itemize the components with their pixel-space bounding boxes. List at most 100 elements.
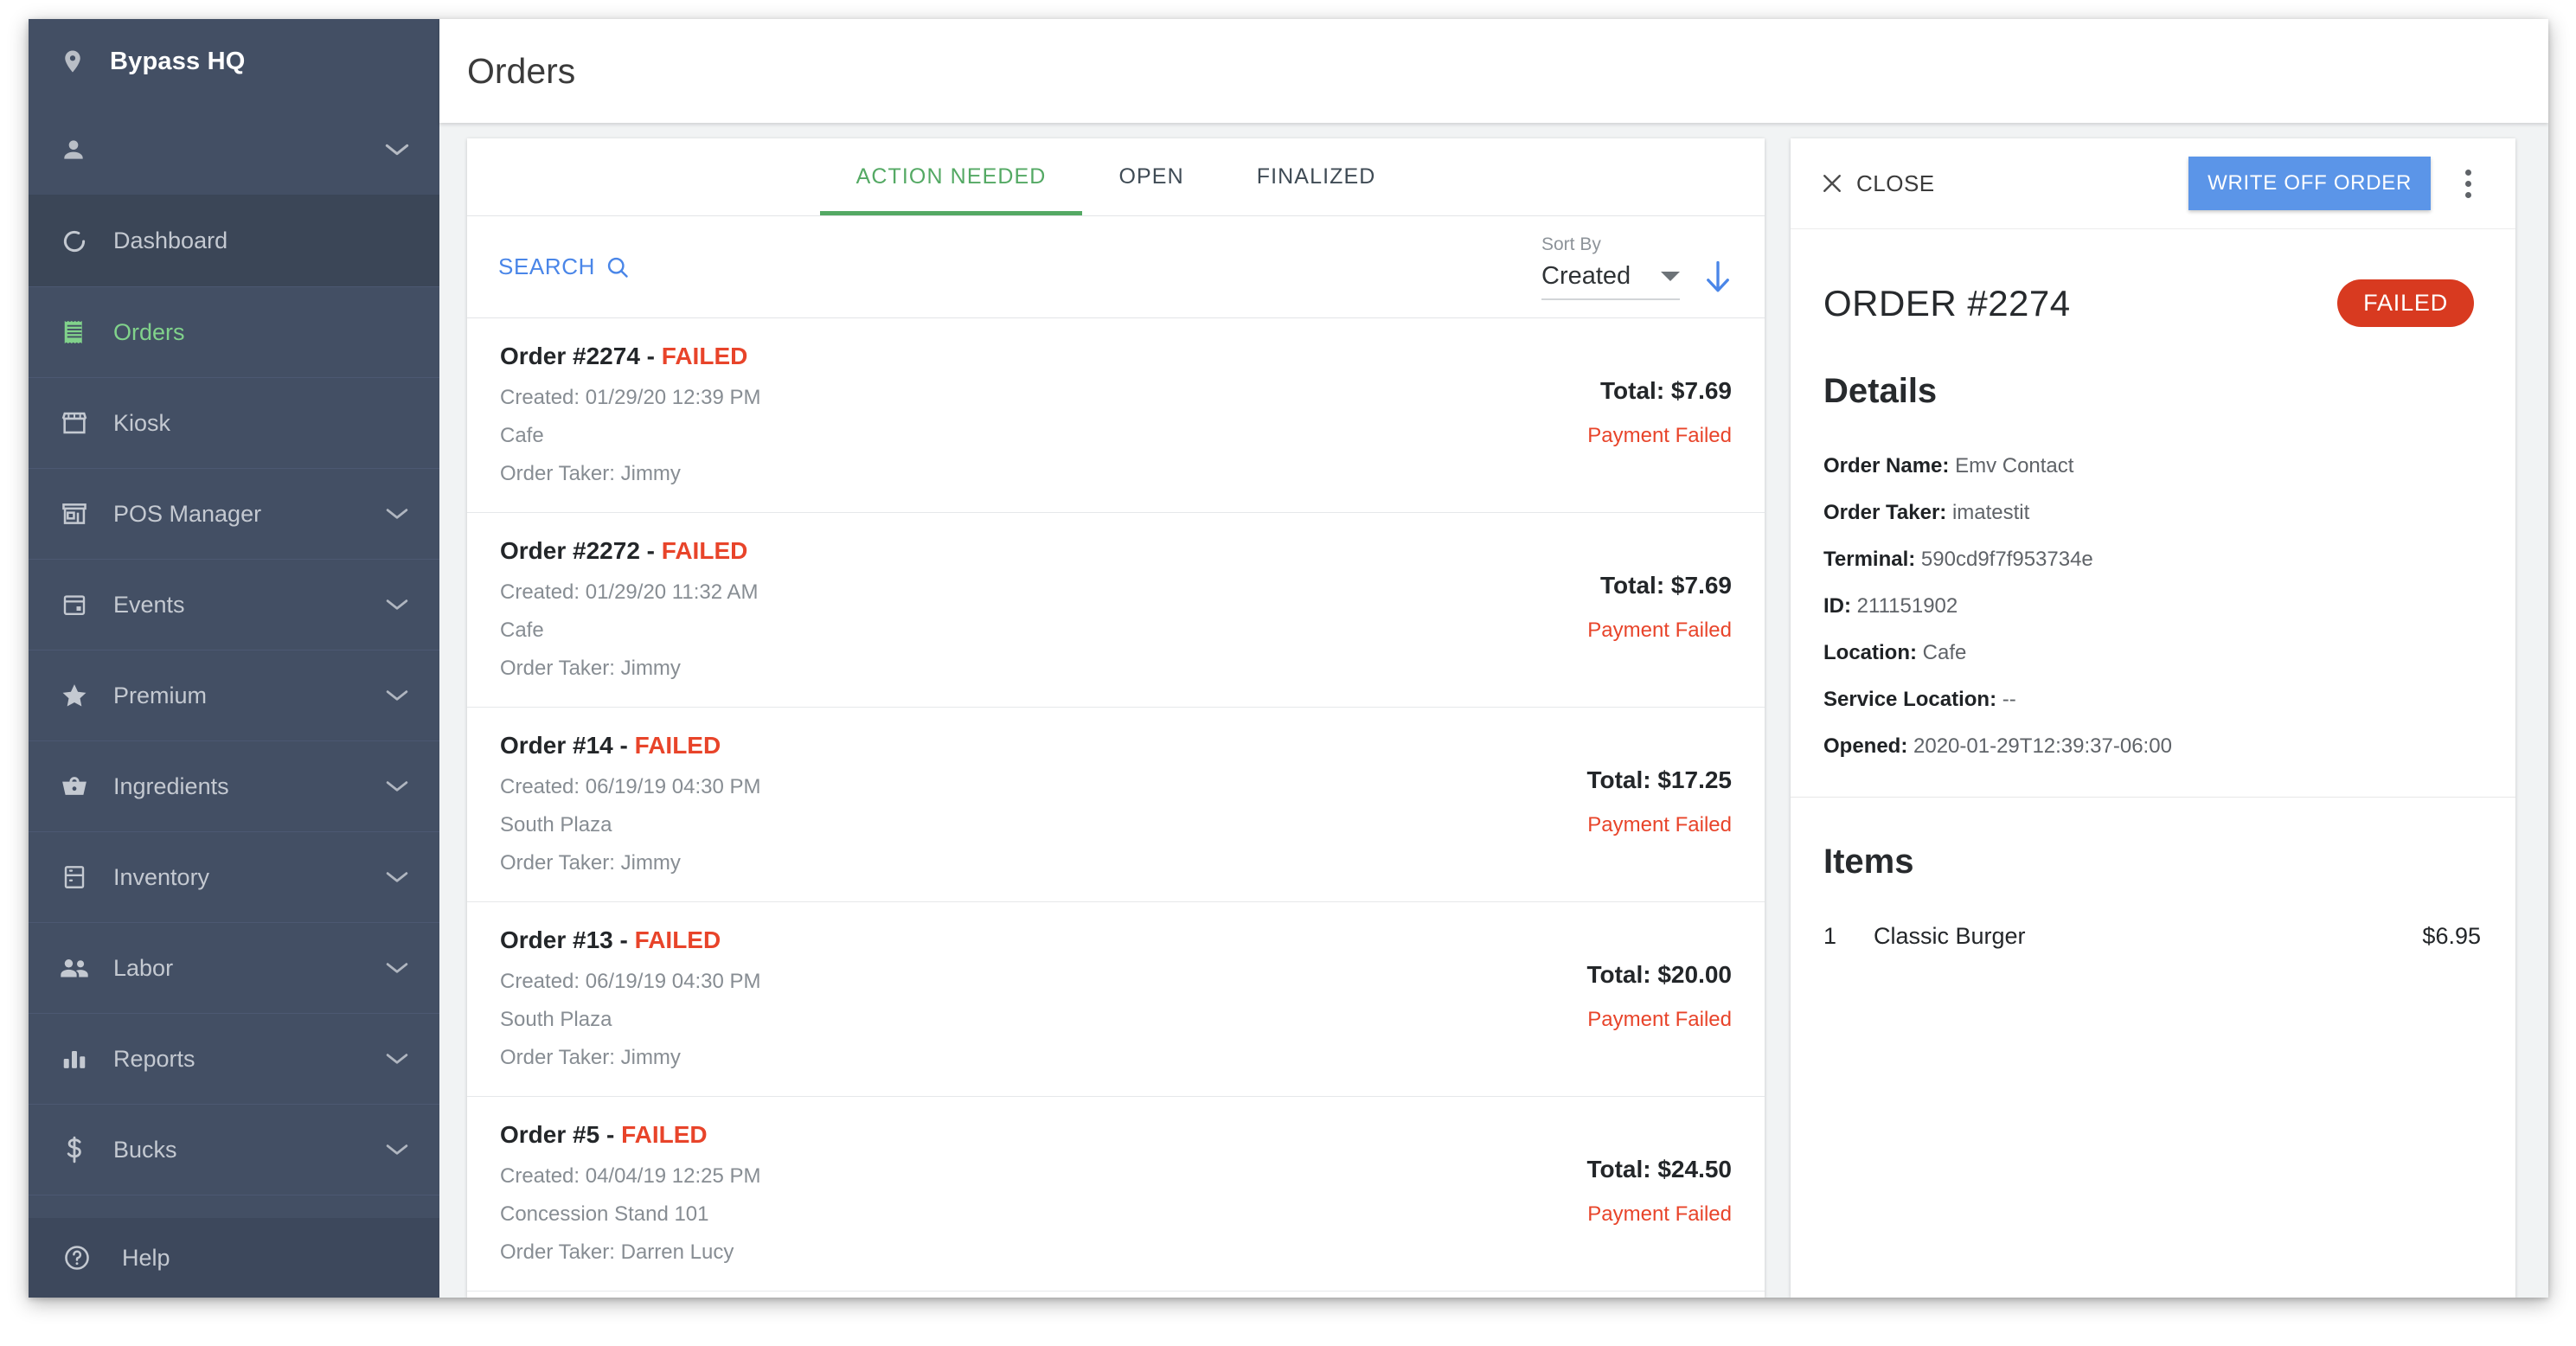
order-row-payment-status: Payment Failed: [1587, 424, 1732, 447]
order-row-main: Order #2272 - FAILED Created: 01/29/20 1…: [500, 537, 1587, 681]
order-row-side: Total: $17.25 Payment Failed: [1586, 732, 1732, 875]
order-row-order-taker: Order Taker: Jimmy: [500, 462, 681, 485]
top-header-bar: Orders: [439, 19, 2548, 123]
sidebar-item-label: POS Manager: [113, 500, 262, 527]
order-row-side: Total: $7.69 Payment Failed: [1587, 343, 1732, 486]
tab-action-needed[interactable]: ACTION NEEDED: [819, 138, 1083, 215]
chevron-down-icon[interactable]: [384, 961, 410, 975]
items-list: 1 Classic Burger $6.95: [1791, 881, 2515, 950]
sidebar-item-dashboard[interactable]: Dashboard: [29, 195, 439, 286]
sidebar-item-ingredients[interactable]: Ingredients: [29, 740, 439, 831]
chevron-down-icon: [384, 142, 410, 157]
close-label: CLOSE: [1856, 170, 1935, 196]
detail-key: Service Location:: [1823, 688, 1997, 711]
table-row[interactable]: Order #2274 - FAILED Created: 01/29/20 1…: [467, 318, 1765, 513]
sort-by-select[interactable]: Created: [1541, 262, 1680, 300]
sidebar-item-reports[interactable]: Reports: [29, 1013, 439, 1104]
receipt-icon: [60, 319, 89, 345]
detail-opened: Opened: 2020-01-29T12:39:37-06:00: [1823, 734, 2483, 759]
write-off-order-button[interactable]: WRITE OFF ORDER: [2188, 157, 2431, 210]
order-row-order-taker: Order Taker: Jimmy: [500, 851, 681, 875]
order-row-status: FAILED: [661, 343, 748, 369]
order-row-status: FAILED: [634, 926, 721, 953]
order-row-location: Cafe: [500, 619, 544, 642]
order-row-status: FAILED: [621, 1121, 708, 1148]
detail-order-taker: Order Taker: imatestit: [1823, 501, 2483, 525]
table-row[interactable]: Order #2272 - FAILED Created: 01/29/20 1…: [467, 513, 1765, 708]
search-button[interactable]: SEARCH: [498, 253, 630, 280]
chevron-down-icon[interactable]: [384, 1143, 410, 1157]
order-row-payment-status: Payment Failed: [1587, 619, 1732, 642]
order-row-total: Total: $7.69: [1600, 377, 1732, 404]
sidebar-item-label: Reports: [113, 1045, 195, 1072]
table-row[interactable]: Order #13 - FAILED Created: 06/19/19 04:…: [467, 902, 1765, 1097]
sidebar-item-bucks[interactable]: Bucks: [29, 1104, 439, 1195]
chevron-down-icon: [1661, 271, 1680, 281]
sidebar-item-premium[interactable]: Premium: [29, 650, 439, 740]
order-row-title: Order #5 - FAILED: [500, 1121, 1586, 1149]
status-badge: FAILED: [2337, 279, 2474, 327]
order-row-side: Total: $7.69 Payment Failed: [1587, 537, 1732, 681]
order-row-payment-status: Payment Failed: [1587, 1008, 1732, 1031]
star-icon: [60, 683, 89, 708]
dashboard-donut-icon: [60, 228, 89, 254]
detail-value: 590cd9f7f953734e: [1920, 548, 2093, 571]
sidebar-user-row[interactable]: [29, 104, 439, 195]
table-row[interactable]: Order #5 - FAILED Created: 04/04/19 12:2…: [467, 1097, 1765, 1292]
order-row-title-prefix: Order #2274 -: [500, 343, 662, 369]
sidebar-brand[interactable]: Bypass HQ: [29, 19, 439, 104]
dollar-sign-icon: [60, 1136, 89, 1163]
tab-finalized[interactable]: FINALIZED: [1221, 138, 1413, 215]
close-button[interactable]: CLOSE: [1820, 170, 1935, 197]
page-title: Orders: [467, 50, 576, 91]
detail-key: Terminal:: [1823, 548, 1916, 571]
detail-service-location: Service Location: --: [1823, 688, 2483, 712]
chevron-down-icon[interactable]: [384, 689, 410, 702]
detail-value: Emv Contact: [1955, 454, 2074, 478]
sidebar-item-inventory[interactable]: Inventory: [29, 831, 439, 922]
chevron-down-icon[interactable]: [384, 870, 410, 884]
chevron-down-icon[interactable]: [384, 1052, 410, 1066]
list-item: 1 Classic Burger $6.95: [1823, 923, 2481, 950]
order-row-side: Total: $24.50 Payment Failed: [1586, 1121, 1732, 1265]
order-row-created: Created: 06/19/19 04:30 PM: [500, 775, 761, 798]
sidebar-brand-label: Bypass HQ: [110, 47, 246, 75]
sidebar-item-label: Orders: [113, 318, 185, 345]
item-quantity: 1: [1823, 923, 1837, 949]
sidebar-item-kiosk[interactable]: Kiosk: [29, 377, 439, 468]
calendar-icon: [60, 592, 89, 618]
detail-key: Order Taker:: [1823, 501, 1947, 524]
order-row-created: Created: 06/19/19 04:30 PM: [500, 970, 761, 993]
sidebar-item-events[interactable]: Events: [29, 559, 439, 650]
chevron-down-icon[interactable]: [384, 598, 410, 612]
close-x-icon: [1820, 171, 1844, 195]
order-row-main: Order #5 - FAILED Created: 04/04/19 12:2…: [500, 1121, 1586, 1265]
chevron-down-icon[interactable]: [384, 779, 410, 793]
sidebar-item-orders[interactable]: Orders: [29, 286, 439, 377]
order-row-created: Created: 01/29/20 12:39 PM: [500, 386, 761, 409]
tab-open[interactable]: OPEN: [1082, 138, 1220, 215]
detail-key: Order Name:: [1823, 454, 1950, 478]
item-name: Classic Burger: [1874, 923, 2026, 949]
chevron-down-icon[interactable]: [384, 507, 410, 521]
order-row-order-taker: Order Taker: Jimmy: [500, 1046, 681, 1069]
detail-value: --: [2002, 688, 2016, 711]
order-row-title: Order #13 - FAILED: [500, 926, 1586, 954]
order-detail-body: ORDER #2274 FAILED Details Order Name: E…: [1791, 229, 2515, 1298]
sidebar-item-labor[interactable]: Labor: [29, 922, 439, 1013]
sidebar-item-pos-manager[interactable]: POS Manager: [29, 468, 439, 559]
table-row[interactable]: Order #14 - FAILED Created: 06/19/19 04:…: [467, 708, 1765, 902]
detail-key: Location:: [1823, 641, 1917, 664]
order-row-total: Total: $7.69: [1600, 572, 1732, 599]
detail-location: Location: Cafe: [1823, 641, 2483, 665]
bar-chart-icon: [60, 1047, 89, 1071]
order-detail-toolbar: CLOSE WRITE OFF ORDER: [1791, 138, 2515, 229]
sort-direction-button[interactable]: [1702, 259, 1733, 300]
orders-list[interactable]: Order #2274 - FAILED Created: 01/29/20 1…: [467, 318, 1765, 1298]
sidebar-item-label: Ingredients: [113, 772, 229, 799]
more-vertical-icon[interactable]: [2441, 157, 2495, 210]
sidebar-item-label: Inventory: [113, 863, 210, 890]
order-row-order-taker: Order Taker: Darren Lucy: [500, 1240, 734, 1264]
order-row-main: Order #14 - FAILED Created: 06/19/19 04:…: [500, 732, 1586, 875]
sidebar-item-help[interactable]: Help: [29, 1218, 439, 1298]
